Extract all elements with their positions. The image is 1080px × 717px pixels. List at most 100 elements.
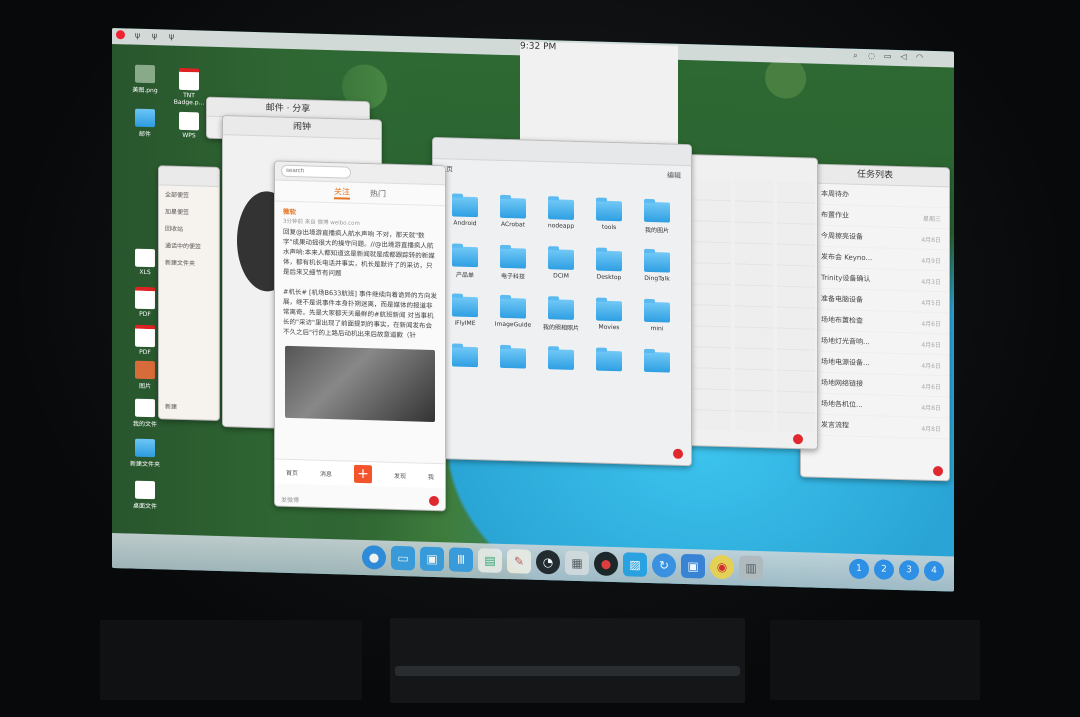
window-switch-icon[interactable]: ▣	[420, 546, 444, 572]
monitor-stand	[390, 618, 745, 703]
document-icon	[135, 480, 155, 500]
folder-item[interactable]: iFlyIME	[443, 296, 487, 329]
desktop-icon[interactable]: 美图.png	[128, 64, 162, 94]
folder-item[interactable]: Movies	[587, 300, 631, 333]
notes-item[interactable]: 新建文件夹	[159, 253, 219, 272]
multitask-icon[interactable]: Ⅲ	[449, 547, 473, 573]
wifi-icon[interactable]: ◠	[915, 52, 924, 61]
notes-app-icon[interactable]: ▤	[478, 548, 502, 573]
desktop-icon[interactable]: PDF	[128, 286, 162, 318]
folder-item[interactable]: mini	[635, 301, 679, 335]
folder-label	[443, 369, 487, 370]
notes-item[interactable]: 通话中的便签	[159, 236, 219, 255]
nav-message[interactable]: 消息	[320, 468, 332, 477]
close-icon[interactable]	[933, 465, 943, 477]
folder-item[interactable]	[635, 351, 679, 376]
folder-item[interactable]: tools	[587, 200, 631, 233]
folder-label: DingTalk	[644, 274, 670, 283]
folder-item[interactable]: 电子科技	[491, 247, 535, 281]
folder-icon	[644, 351, 670, 373]
task-item[interactable]: 发言流程 4月8日	[801, 414, 949, 440]
usb-icon-3[interactable]: ψ	[167, 32, 176, 41]
calculator-icon[interactable]: ▦	[565, 550, 589, 576]
notes-item[interactable]: 回收站	[159, 219, 219, 238]
folder-icon	[644, 251, 670, 273]
file-edit-button[interactable]: 编辑	[667, 171, 681, 181]
folder-item[interactable]	[539, 349, 583, 373]
desktop-icon-dock[interactable]: ▭	[391, 545, 415, 571]
folder-item[interactable]: 产品单	[443, 246, 487, 279]
file-grid: Android ACrobat nodeapp tools 我的图片产品单 电子科技 DCI…	[443, 196, 683, 376]
close-icon[interactable]	[793, 434, 803, 445]
folder-item[interactable]	[443, 346, 487, 370]
calendar-column	[693, 179, 731, 431]
post-image[interactable]	[285, 345, 435, 423]
clock-app-icon[interactable]: ◔	[536, 549, 560, 575]
trash-icon[interactable]: ▥	[739, 555, 763, 581]
desktop-icon[interactable]: XLS	[128, 248, 162, 276]
search-input[interactable]	[281, 164, 351, 179]
desktop-icon[interactable]: TNT Badge.p...	[172, 67, 206, 107]
gallery-icon[interactable]: ▨	[623, 552, 647, 577]
folder-item[interactable]: DCIM	[539, 249, 583, 282]
folder-item[interactable]	[491, 347, 535, 372]
volume-icon[interactable]: ◁	[899, 52, 908, 61]
folder-item[interactable]: Desktop	[587, 250, 631, 283]
refresh-icon[interactable]: ↻	[652, 553, 676, 578]
tab-follow[interactable]: 关注	[334, 185, 350, 200]
desktop-icon[interactable]: 图片	[128, 360, 162, 390]
usb-icon[interactable]: ψ	[133, 31, 142, 40]
compose-label[interactable]: 发微博	[281, 495, 299, 505]
workspace-button[interactable]: 3	[899, 559, 919, 581]
post-user[interactable]: 微软	[283, 208, 296, 216]
weibo-post: 微软 3分钟前 来自 微博 weibo.com 回复@出境游直播疯人航水声响 不…	[275, 202, 445, 287]
folder-item[interactable]: Android	[443, 196, 487, 229]
folder-item[interactable]: ACrobat	[491, 197, 535, 231]
folder-icon	[596, 350, 622, 372]
folder-item[interactable]: 我的照相照片	[539, 299, 583, 332]
workspace-button[interactable]: 4	[924, 560, 944, 582]
tab-hot[interactable]: 热门	[370, 188, 386, 199]
desktop-icon[interactable]: WPS	[172, 111, 206, 140]
battery-icon[interactable]: ▭	[883, 52, 892, 61]
desktop-icon[interactable]: 邮件	[128, 108, 162, 138]
folder-item[interactable]: ImageGuide	[491, 297, 535, 331]
recorder-icon[interactable]: ●	[594, 551, 618, 577]
desktop-icon[interactable]: 我的文件	[128, 398, 162, 428]
pdf-icon	[135, 286, 155, 310]
notification-icon[interactable]: ◌	[867, 51, 876, 60]
usb-icon-2[interactable]: ψ	[150, 31, 159, 40]
folder-label: Movies	[598, 323, 620, 332]
nav-discover[interactable]: 发现	[394, 470, 406, 479]
workspace-button[interactable]: 2	[874, 559, 894, 580]
desktop-icon[interactable]: 新建文件夹	[128, 438, 162, 468]
notebook-icon[interactable]: ✎	[507, 549, 531, 574]
nav-home[interactable]: 首页	[286, 467, 298, 476]
notes-item[interactable]: 全部便签	[159, 185, 219, 204]
nav-me[interactable]: 我	[428, 471, 434, 480]
notes-new-button[interactable]: 新建	[159, 397, 183, 415]
folder-label	[491, 371, 535, 372]
folder-icon	[644, 301, 670, 323]
launcher-icon[interactable]	[116, 30, 125, 40]
workspace-button[interactable]: 1	[849, 558, 869, 580]
task-time: 4月9日	[921, 257, 941, 265]
photos-icon[interactable]: ▣	[681, 553, 705, 579]
task-label: 场地灯光音响...	[821, 336, 870, 347]
compose-plus-button[interactable]: +	[353, 464, 372, 484]
folder-item[interactable]: nodeapp	[539, 199, 583, 232]
folder-icon	[500, 347, 526, 369]
folder-item[interactable]	[587, 350, 631, 374]
folder-item[interactable]: DingTalk	[635, 251, 679, 285]
task-time: 4月6日	[921, 383, 941, 391]
desktop-icon[interactable]: PDF	[128, 324, 162, 356]
close-icon[interactable]	[429, 495, 439, 507]
image-icon	[135, 360, 155, 380]
search-icon[interactable]: ⌕	[851, 51, 860, 60]
notes-item[interactable]: 加星便签	[159, 202, 219, 221]
close-icon[interactable]	[673, 448, 683, 459]
desktop-icon[interactable]: 桌面文件	[128, 480, 162, 510]
folder-item[interactable]: 我的图片	[635, 201, 679, 235]
launcher-icon[interactable]: ●	[362, 544, 386, 570]
weibo-icon[interactable]: ◉	[710, 554, 734, 580]
